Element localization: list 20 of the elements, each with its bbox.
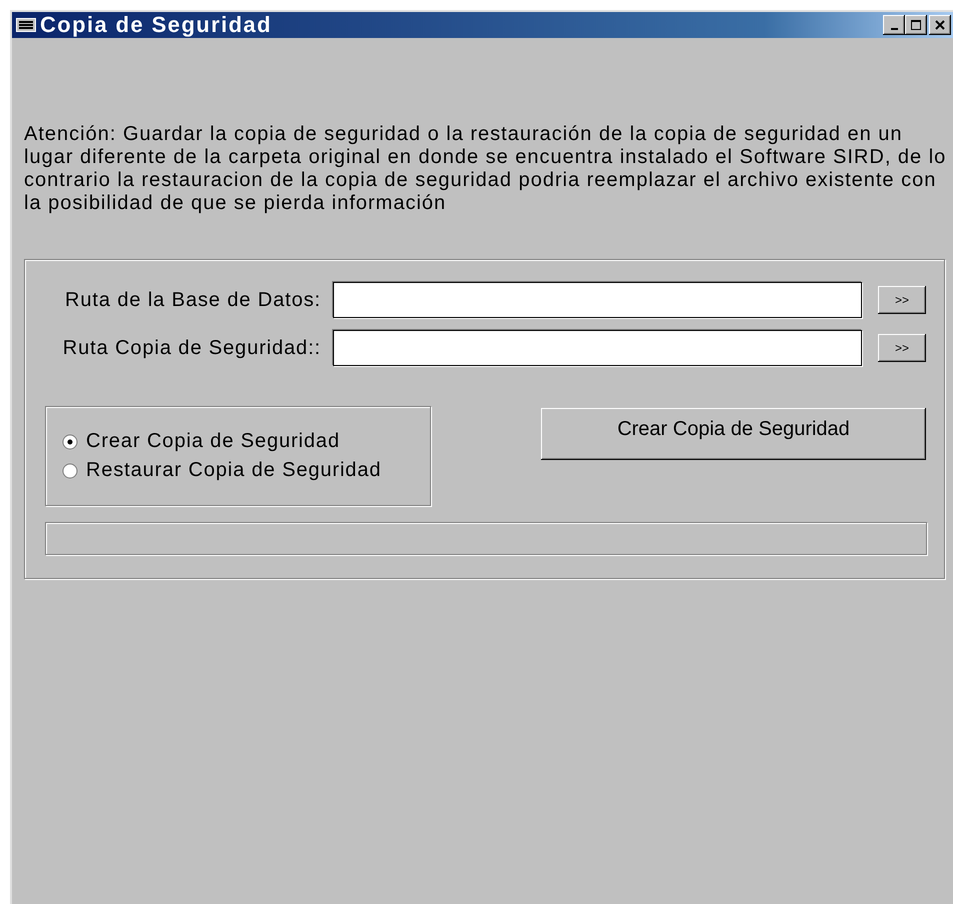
browse-button[interactable]: >> (878, 334, 926, 362)
field-label: Ruta Copia de Seguridad:: (62, 336, 322, 360)
window-title: Copia de Seguridad (40, 12, 273, 38)
menu-icon[interactable] (16, 18, 36, 32)
radio-button[interactable] (62, 434, 78, 450)
radio-button[interactable] (62, 462, 78, 478)
create-backup-button[interactable]: Crear Copia de Seguridad (541, 408, 926, 460)
browse-button[interactable]: >> (878, 286, 926, 314)
minimize-icon (890, 28, 898, 30)
radio-label[interactable]: Crear Copia de Seguridad (86, 430, 340, 453)
path-field[interactable] (333, 282, 862, 318)
maximize-button[interactable] (905, 15, 927, 35)
radio-label[interactable]: Restaurar Copia de Seguridad (86, 459, 382, 482)
close-button[interactable] (929, 15, 951, 35)
minimize-button[interactable] (883, 15, 905, 35)
close-icon (934, 19, 946, 31)
maximize-icon (910, 19, 922, 31)
path-field[interactable] (333, 330, 862, 366)
warning-message: Atención: Guardar la copia de seguridad o la restauración de la copia de seguridad en un lugar diferente de la carpeta original en donde se encuentra instalado el Software SIRD, de lo contrario la restauracion de la copia de seguridad podria reemplazar el archivo existente con la posibilidad de que se pierda información (24, 123, 948, 215)
field-label: Ruta de la Base de Datos: (64, 288, 322, 312)
